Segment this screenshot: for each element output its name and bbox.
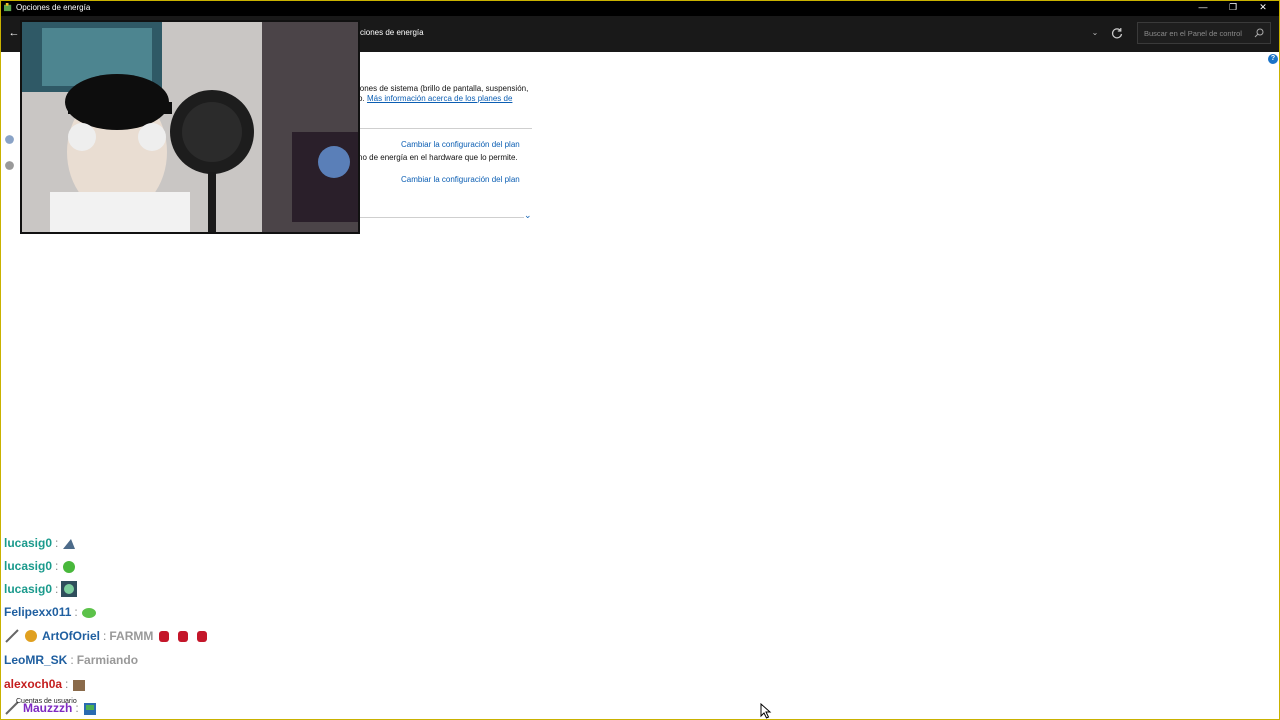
webcam-overlay (20, 20, 360, 234)
chat-username: LeoMR_SK (4, 653, 68, 667)
chat-separator: : (55, 559, 59, 573)
breadcrumb[interactable]: ciones de energía (360, 28, 424, 37)
chat-username: lucasig0 (4, 536, 53, 550)
chat-text: FARMM (109, 629, 154, 643)
siren-emote-icon (159, 631, 170, 642)
chat-username: lucasig0 (4, 559, 53, 573)
overlay-label: Cuentas de usuario (16, 698, 77, 705)
chat-username: lucasig0 (4, 582, 53, 596)
left-panel-fragments: V c E I C (0, 56, 25, 176)
globe-icon (5, 161, 14, 170)
maximize-button[interactable]: ❐ (1218, 0, 1248, 16)
help-icon[interactable]: ? (1268, 54, 1278, 64)
chat-separator: : (55, 536, 59, 550)
siren-emote-icon (178, 631, 189, 642)
chat-separator: : (55, 582, 59, 596)
divider (360, 128, 532, 129)
chat-username: ArtOfOriel (42, 629, 101, 643)
window-title: Opciones de energía (16, 3, 91, 12)
plan-description: no de energía en el hardware que lo perm… (358, 153, 518, 162)
chat-message: Felipexx011 : (4, 601, 97, 623)
close-button[interactable]: ✕ (1248, 0, 1278, 16)
search-input[interactable]: Buscar en el Panel de control (1137, 22, 1271, 44)
chat-username: alexoch0a (4, 677, 63, 691)
divider (360, 217, 524, 218)
chat-overlay: lucasig0 : lucasig0 : lucasig0 : Felipex… (4, 534, 304, 720)
chat-message: alexoch0a : (4, 673, 87, 695)
emote-icon (73, 680, 86, 691)
chevron-down-icon[interactable]: ⌄ (1088, 26, 1102, 40)
chat-text: Farmiando (76, 653, 139, 667)
sword-badge-icon (5, 629, 19, 643)
chat-message: LeoMR_SK : Farmiando (4, 649, 138, 671)
chat-message: lucasig0 : (4, 578, 78, 600)
emote-icon (83, 703, 96, 715)
shield-icon (5, 135, 14, 144)
minimize-button[interactable]: — (1188, 0, 1218, 16)
coin-badge-icon (25, 630, 37, 642)
emote-icon (61, 581, 78, 597)
webcam-feed (22, 22, 358, 232)
siren-emote-icon (197, 631, 208, 642)
expand-chevron-icon[interactable]: ⌄ (524, 210, 532, 221)
emote-icon (81, 608, 96, 618)
chat-separator: : (103, 629, 107, 643)
mouse-cursor-icon (760, 703, 772, 719)
chat-username: Felipexx011 (4, 605, 72, 619)
chat-message: lucasig0 : (4, 534, 77, 554)
change-plan-link[interactable]: Cambiar la configuración del plan (401, 140, 520, 149)
chat-message: lucasig0 : (4, 555, 77, 577)
more-info-link[interactable]: Más información acerca de los planes de (367, 94, 512, 103)
chat-separator: : (65, 677, 69, 691)
chat-separator: : (70, 653, 74, 667)
chat-message: ArtOfOriel : FARMM (4, 625, 210, 647)
change-plan-link[interactable]: Cambiar la configuración del plan (401, 175, 520, 184)
emote-icon (63, 561, 76, 573)
emote-icon (63, 539, 76, 549)
description-line: iones de sistema (brillo de pantalla, su… (358, 84, 529, 93)
power-options-icon (4, 3, 12, 12)
refresh-icon[interactable] (1109, 25, 1125, 41)
search-icon[interactable] (1254, 28, 1264, 38)
title-bar: Opciones de energía — ❐ ✕ (0, 0, 1280, 16)
chat-separator: : (74, 605, 78, 619)
search-placeholder: Buscar en el Panel de control (1144, 29, 1242, 38)
